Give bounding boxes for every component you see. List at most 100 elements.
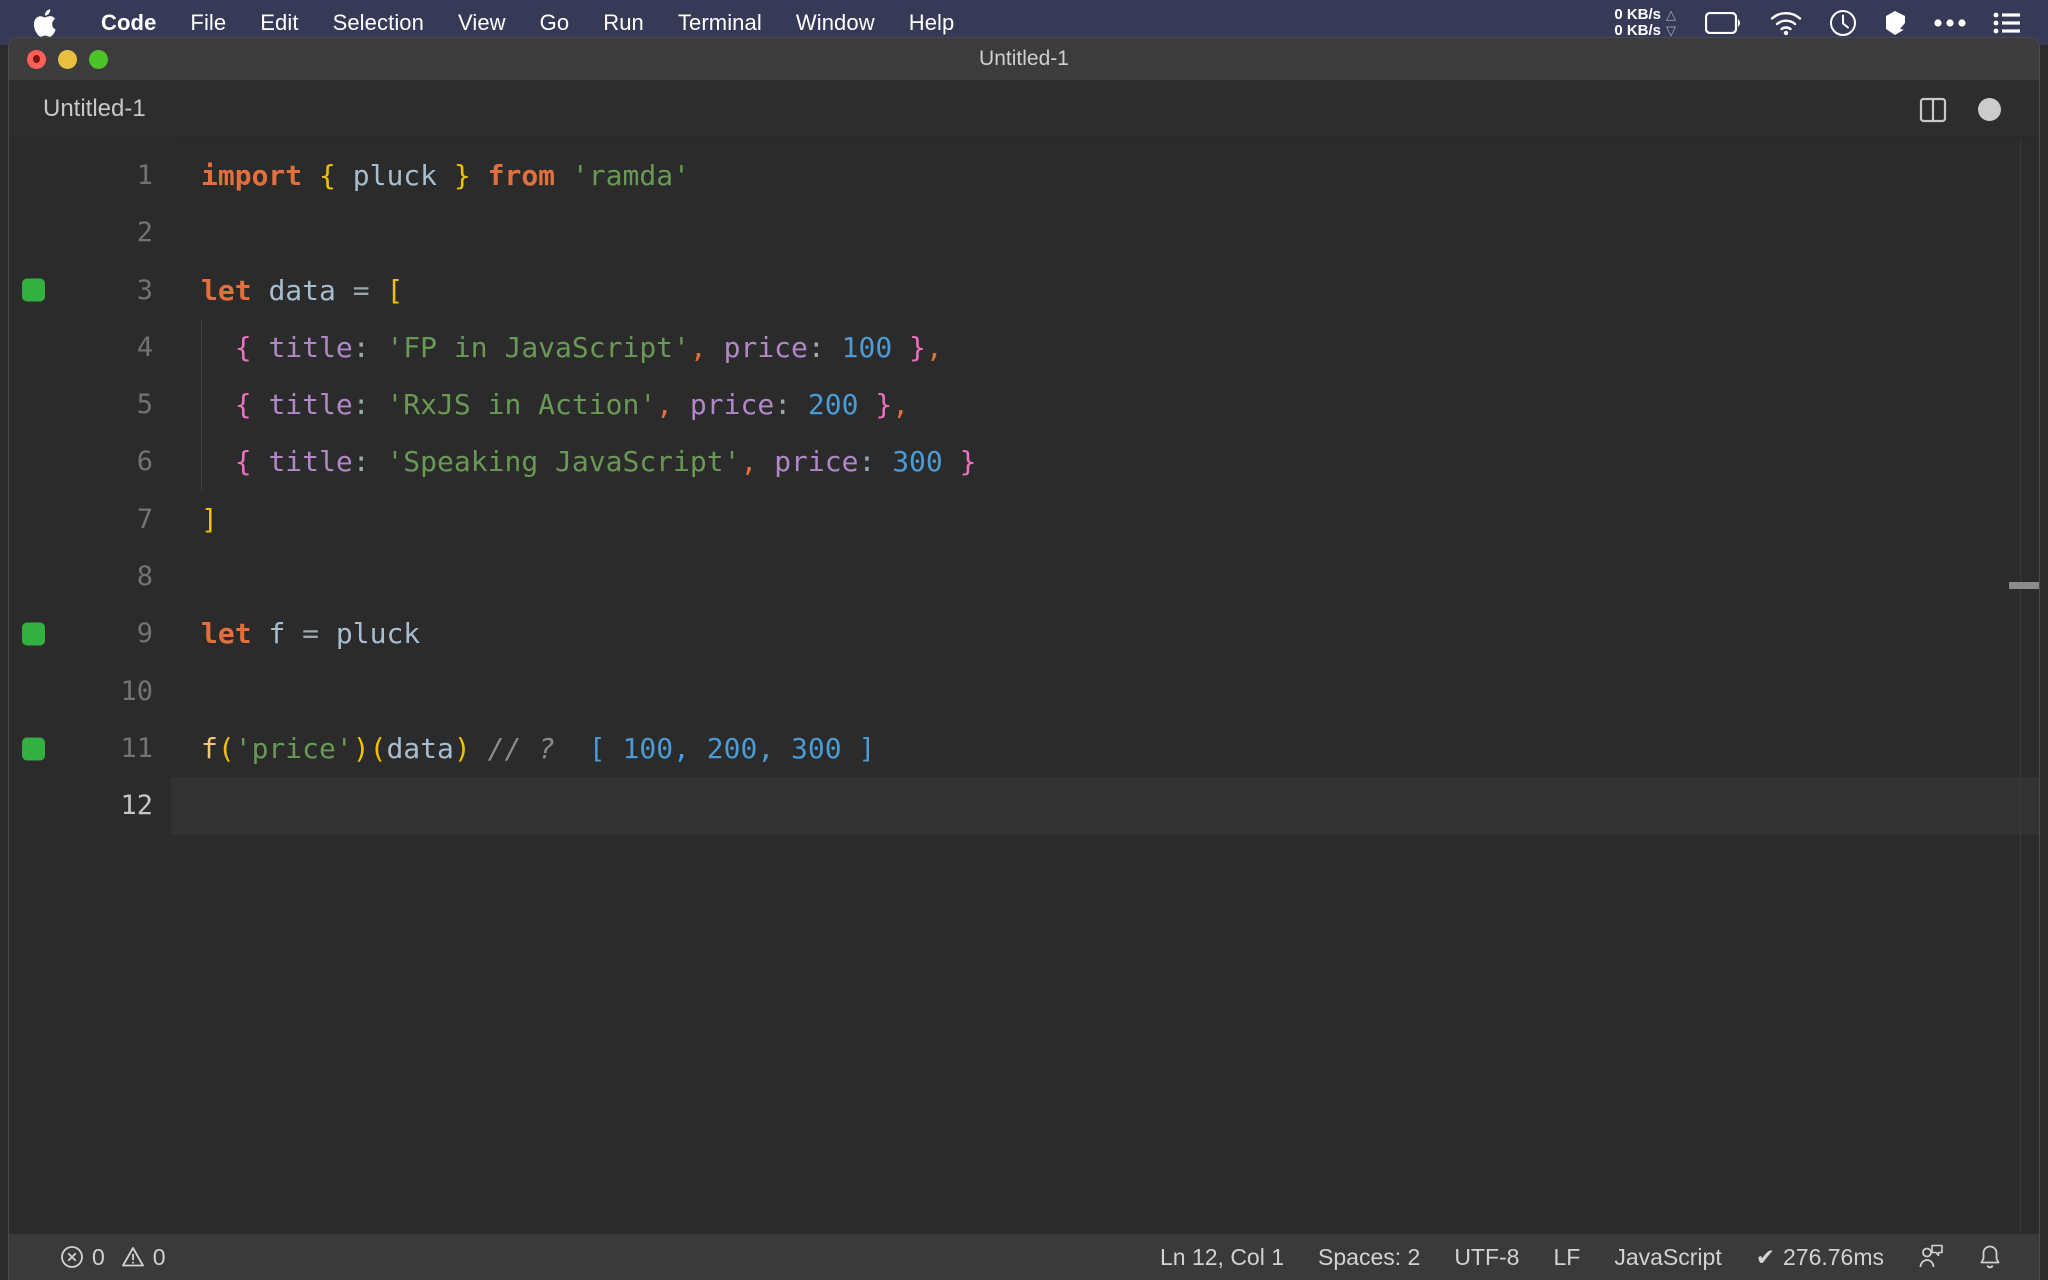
code-line[interactable]: 6 { title: 'Speaking JavaScript', price:… <box>9 433 2039 491</box>
line-content[interactable]: import { pluck } from 'ramda' <box>171 147 2039 204</box>
line-number: 1 <box>136 160 153 191</box>
code-token: title <box>268 388 353 422</box>
error-count: 0 <box>92 1243 105 1270</box>
overview-ruler-mark[interactable] <box>2009 582 2039 589</box>
code-editor[interactable]: 1 import { pluck } from 'ramda' 2 3 let data… <box>9 138 2039 1235</box>
window-titlebar: Untitled-1 <box>9 38 2039 81</box>
line-content[interactable]: { title: 'RxJS in Action', price: 200 }, <box>171 376 2039 433</box>
code-token: title <box>268 445 353 479</box>
quokka-live-indicator[interactable] <box>22 737 45 761</box>
language-mode-status[interactable]: JavaScript <box>1597 1244 1738 1271</box>
code-token: } <box>909 330 926 364</box>
code-token: price <box>774 445 859 479</box>
code-token: : <box>774 388 792 422</box>
code-token: } <box>959 445 977 479</box>
code-line[interactable]: 10 <box>9 663 2039 720</box>
line-number: 2 <box>136 217 153 249</box>
code-line[interactable]: 1 import { pluck } from 'ramda' <box>9 147 2039 204</box>
code-token: , <box>892 388 910 422</box>
quokka-time: 276.76ms <box>1782 1243 1884 1270</box>
code-line[interactable]: 4 { title: 'FP in JavaScript', price: 10… <box>9 318 2039 377</box>
quokka-live-indicator[interactable] <box>22 622 45 646</box>
code-line[interactable]: 9 let f = pluck <box>9 605 2039 662</box>
code-token: , <box>689 330 707 364</box>
eol-status[interactable]: LF <box>1536 1244 1597 1271</box>
code-line[interactable]: 11 f('price')(data) // ? [ 100, 200, 300 … <box>9 720 2039 777</box>
unsaved-dot-indicator[interactable] <box>1978 98 2001 121</box>
maximize-button[interactable] <box>89 49 108 69</box>
split-editor-icon[interactable] <box>1918 95 1948 125</box>
window-title: Untitled-1 <box>979 47 1069 70</box>
code-line[interactable]: 3 let data = [ <box>9 262 2039 319</box>
line-content[interactable] <box>171 777 2039 835</box>
line-content[interactable]: { title: 'FP in JavaScript', price: 100 … <box>171 319 2039 376</box>
indent-guide <box>201 376 202 434</box>
quokka-live-indicator[interactable] <box>22 278 45 302</box>
overview-ruler-separator <box>2020 138 2021 1235</box>
indentation-status[interactable]: Spaces: 2 <box>1301 1244 1437 1271</box>
line-number: 10 <box>120 675 153 707</box>
line-content[interactable]: let data = [ <box>171 262 2039 319</box>
code-token: [ <box>386 273 404 307</box>
line-number: 5 <box>136 389 153 421</box>
code-token: { <box>319 159 336 192</box>
problems-status[interactable]: 0 0 <box>43 1244 183 1271</box>
code-line[interactable]: 12 <box>9 777 2039 835</box>
code-token: = <box>352 273 370 307</box>
code-token: { <box>234 388 252 422</box>
feedback-person-icon[interactable] <box>1901 1244 1961 1270</box>
network-speed-indicator[interactable]: 0 KB/s 0 KB/s △ ▽ <box>1614 6 1676 39</box>
code-lines[interactable]: 1 import { pluck } from 'ramda' 2 3 let data… <box>9 138 2039 1235</box>
tab-untitled-1[interactable]: Untitled-1 <box>9 80 170 138</box>
line-content[interactable]: { title: 'Speaking JavaScript', price: 3… <box>171 433 2039 490</box>
indent-guide <box>201 318 202 377</box>
code-line[interactable]: 5 { title: 'RxJS in Action', price: 200 … <box>9 376 2039 434</box>
line-content[interactable] <box>171 548 2039 605</box>
code-line[interactable]: 2 <box>9 204 2039 261</box>
code-line[interactable]: 8 <box>9 548 2039 605</box>
encoding-status[interactable]: UTF-8 <box>1437 1244 1536 1271</box>
status-bar-right: Ln 12, Col 1 Spaces: 2 UTF-8 LF JavaScri… <box>1143 1244 2019 1271</box>
status-bar: 0 0 Ln 12, Col 1 Spaces: 2 UTF-8 LF Java… <box>9 1234 2039 1280</box>
code-token: { <box>234 330 252 364</box>
code-token: pluck <box>352 159 438 192</box>
close-button[interactable] <box>27 49 46 69</box>
code-token: { <box>234 445 252 479</box>
indent-guide <box>201 433 202 491</box>
vscode-window: Untitled-1 Untitled-1 1 import { pluck } … <box>8 37 2040 1280</box>
quokka-status[interactable]: ✔ 276.76ms <box>1739 1244 1901 1271</box>
code-token: 100 <box>841 330 893 364</box>
cursor-position-status[interactable]: Ln 12, Col 1 <box>1143 1244 1301 1271</box>
code-token: price <box>689 388 775 422</box>
line-number: 6 <box>136 446 153 478</box>
code-token: 'ramda' <box>571 159 690 192</box>
notifications-bell-icon[interactable] <box>1961 1244 2019 1270</box>
code-token: price <box>723 330 808 364</box>
minimize-button[interactable] <box>58 49 77 69</box>
code-token: , <box>740 445 758 479</box>
code-token: ) <box>352 731 370 765</box>
code-token: ( <box>369 731 387 765</box>
code-token: 'RxJS in Action' <box>386 388 657 422</box>
line-content[interactable]: f('price')(data) // ? [ 100, 200, 300 ] <box>171 720 2039 777</box>
line-content[interactable]: let f = pluck <box>171 605 2039 662</box>
line-content[interactable]: ] <box>171 491 2039 548</box>
line-content[interactable] <box>171 663 2039 720</box>
line-content[interactable] <box>171 204 2039 261</box>
code-line[interactable]: 7] <box>9 491 2039 548</box>
